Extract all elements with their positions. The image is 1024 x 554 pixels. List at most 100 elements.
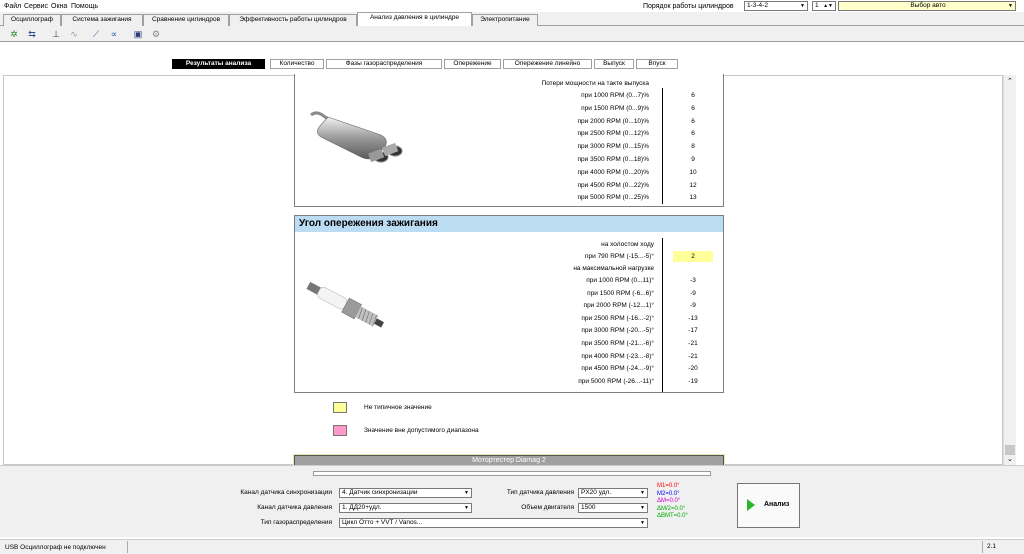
menu-service[interactable]: Сервис bbox=[24, 3, 48, 10]
exhaust-row-label: при 2500 RPM (0...12)% bbox=[577, 130, 649, 138]
status-right-text: 2.1 bbox=[982, 541, 1022, 553]
marker-m2: M2=0.0° bbox=[657, 490, 680, 497]
timing-type-select[interactable]: Цикл Отто + VVT / Vanos... ▼ bbox=[339, 518, 648, 528]
exhaust-row-label: при 4000 RPM (0...20)% bbox=[577, 168, 649, 176]
formula-icon[interactable]: ∝ bbox=[108, 28, 120, 40]
ignition-row-label: при 1500 RPM (-6...6)° bbox=[587, 289, 654, 297]
engine-volume-label: Объем двигателя bbox=[521, 504, 574, 511]
ignition-divider bbox=[662, 238, 663, 392]
firing-order-select[interactable]: 1-3-4-2 ▼ bbox=[744, 1, 808, 11]
engine-volume-select[interactable]: 1500 ▼ bbox=[578, 503, 648, 513]
ignition-row-label: при 3500 RPM (-21...-6)° bbox=[581, 340, 654, 347]
idle-row-value: 2 bbox=[673, 251, 713, 262]
scroll-up-icon[interactable]: ⌃ bbox=[1007, 77, 1013, 85]
marker-m1: M1=0.0° bbox=[657, 483, 680, 489]
exhaust-row-label: при 3000 RPM (0...15)% bbox=[577, 143, 649, 151]
idle-header: на холостом ходу bbox=[601, 241, 654, 248]
tab-ignition[interactable]: Система зажигания bbox=[61, 14, 143, 26]
line-icon[interactable]: ⟋ bbox=[90, 28, 102, 40]
subtab-exhaust[interactable]: Выпуск bbox=[594, 59, 634, 69]
menu-windows[interactable]: Окна bbox=[51, 3, 67, 10]
legend-atypical-label: Не типичное значение bbox=[364, 404, 432, 411]
exhaust-header: Потери мощности на такте выпуска bbox=[541, 80, 649, 87]
ignition-row-value: -9 bbox=[690, 289, 696, 297]
marker-dm: ΔM=0.0° bbox=[657, 498, 681, 504]
idle-row-label: при 790 RPM (-15...-5)° bbox=[585, 253, 654, 260]
auto-select-combo[interactable]: Выбор авто ▼ bbox=[838, 1, 1016, 11]
ignition-row-label: при 3000 RPM (-20...-5)° bbox=[581, 327, 654, 335]
marker-dm2: ΔM/2=0.0° bbox=[657, 505, 686, 512]
ignition-row-label: при 2000 RPM (-12...1)° bbox=[583, 302, 654, 310]
settings-icon[interactable]: ⚙ bbox=[150, 28, 162, 40]
marker-dbmt: ΔВМТ=0.0° bbox=[657, 513, 688, 519]
tab-power-supply[interactable]: Электропитание bbox=[472, 14, 538, 26]
toolbar: ✲ ⇆ ⊥ ∿ ⟋ ∝ ▣ ⚙ bbox=[0, 26, 1024, 42]
ignition-row-label: при 4000 RPM (-23...-8)° bbox=[581, 352, 654, 360]
ignition-row-value: -17 bbox=[688, 327, 698, 335]
sync-icon[interactable]: ⇆ bbox=[26, 28, 38, 40]
save-icon[interactable]: ▣ bbox=[132, 28, 144, 40]
ignition-row-label: при 2500 RPM (-16...-2)° bbox=[581, 314, 654, 322]
tab-oscillograph[interactable]: Осциллограф bbox=[3, 14, 61, 26]
pressure-channel-label: Канал датчика давления bbox=[257, 504, 332, 511]
results-scroll-area: Потери мощности на такте выпуска при 100… bbox=[3, 74, 1003, 468]
sensor-type-select[interactable]: PX20 удл. ▼ bbox=[578, 488, 648, 498]
exhaust-row-value: 9 bbox=[691, 156, 695, 163]
timing-type-label: Тип газораспределения bbox=[260, 519, 332, 526]
subtab-valve-timing[interactable]: Фазы газораспределения bbox=[326, 59, 442, 69]
subtab-quantity[interactable]: Количество bbox=[270, 59, 324, 69]
exhaust-row-value: 6 bbox=[691, 130, 695, 138]
pressure-channel-select[interactable]: 1. ДД20+удл. ▼ bbox=[339, 503, 472, 513]
sync-channel-select[interactable]: 4. Датчик синхронизации ▼ bbox=[339, 488, 472, 498]
exhaust-row-value: 13 bbox=[689, 194, 697, 202]
subtab-intake[interactable]: Впуск bbox=[636, 59, 678, 69]
status-divider bbox=[127, 541, 128, 553]
graph-icon[interactable]: ∿ bbox=[68, 28, 80, 40]
ignition-row-label: при 5000 RPM (-26...-11)° bbox=[578, 377, 654, 385]
exhaust-row-label: при 3500 RPM (0...18)% bbox=[577, 156, 649, 163]
tab-cylinder-pressure[interactable]: Анализ давления в цилиндре bbox=[357, 12, 472, 27]
cylinder-spinner[interactable]: 1 ▲▼ bbox=[812, 1, 836, 11]
status-left-text: USB Осциллограф не подключен bbox=[5, 544, 106, 551]
ignition-row-value: -20 bbox=[688, 365, 698, 373]
horizontal-scrollbar[interactable] bbox=[313, 471, 711, 476]
settings-panel: Канал датчика синхронизации 4. Датчик си… bbox=[0, 465, 1024, 537]
play-icon bbox=[747, 499, 755, 511]
tab-cylinder-compare[interactable]: Сравнение цилиндров bbox=[143, 14, 229, 26]
subtab-results[interactable]: Результаты анализа bbox=[172, 59, 265, 69]
subtab-advance-linear[interactable]: Опережение линейно bbox=[503, 59, 592, 69]
analyze-button-label: Анализ bbox=[764, 501, 790, 508]
tab-cylinder-efficiency[interactable]: Эффективность работы цилиндров bbox=[229, 14, 357, 26]
ignition-row-label: при 1000 RPM (0...11)° bbox=[586, 277, 654, 284]
exhaust-row-value: 12 bbox=[689, 181, 697, 189]
ignition-title: Угол опережения зажигания bbox=[295, 216, 723, 232]
ignition-row-label: при 4500 RPM (-24...-9)° bbox=[581, 365, 654, 373]
sensor-type-label: Тип датчика давления bbox=[506, 489, 574, 496]
vertical-scrollbar[interactable]: ⌃ ⌄ bbox=[1003, 75, 1016, 465]
exhaust-row-value: 6 bbox=[691, 92, 695, 99]
legend-atypical-swatch bbox=[333, 402, 347, 413]
menu-help[interactable]: Помощь bbox=[71, 3, 98, 10]
spark-plug-image bbox=[306, 281, 384, 328]
exhaust-row-value: 8 bbox=[691, 143, 695, 151]
load-header: на максимальной нагрузке bbox=[573, 265, 654, 272]
marker-readouts: M1=0.0° M2=0.0° ΔM=0.0° ΔM/2=0.0° ΔВМТ=0… bbox=[657, 483, 688, 521]
menu-file[interactable]: Файл bbox=[4, 3, 21, 10]
sync-channel-label: Канал датчика синхронизации bbox=[240, 489, 332, 496]
analyze-button[interactable]: Анализ bbox=[737, 483, 800, 528]
ignition-row-value: -13 bbox=[688, 314, 698, 322]
exhaust-row-label: при 1500 RPM (0...9)% bbox=[581, 104, 649, 112]
ignition-row-value: -21 bbox=[688, 352, 698, 360]
subtab-advance[interactable]: Опережение bbox=[444, 59, 501, 69]
exhaust-row-label: при 1000 RPM (0...7)% bbox=[581, 92, 649, 99]
muffler-image bbox=[310, 111, 403, 163]
ignition-row-value: -19 bbox=[688, 377, 698, 385]
ignition-panel: Угол опережения зажигания на холостом хо… bbox=[294, 215, 724, 393]
chart-icon[interactable]: ✲ bbox=[8, 28, 20, 40]
exhaust-row-value: 6 bbox=[691, 117, 695, 125]
exhaust-row-label: при 5000 RPM (0...25)% bbox=[577, 194, 649, 202]
auto-icon[interactable]: ⊥ bbox=[50, 28, 62, 40]
scroll-down-icon[interactable]: ⌄ bbox=[1007, 455, 1013, 463]
scroll-thumb[interactable] bbox=[1005, 445, 1015, 455]
exhaust-row-label: при 4500 RPM (0...22)% bbox=[577, 181, 649, 189]
